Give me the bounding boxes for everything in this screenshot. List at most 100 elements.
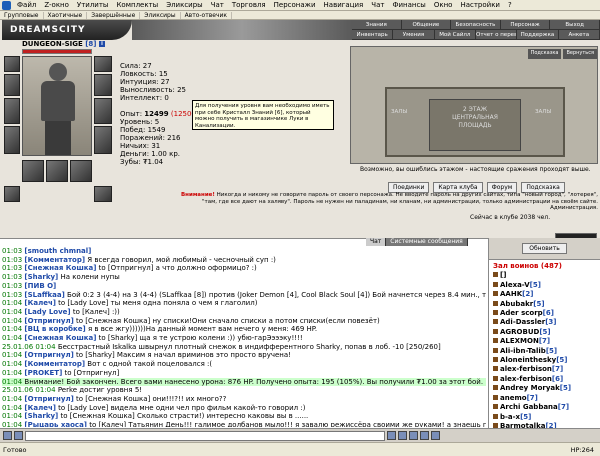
user-name[interactable]: AAHK [500,290,522,298]
user-list-item[interactable]: Aloneinthesky[5] [493,356,596,365]
chat-nick[interactable]: [PROKET] [24,369,62,377]
user-list-item[interactable]: b-a-x[5] [493,413,596,422]
slot-ring[interactable] [94,56,112,72]
chat-nick[interactable]: [Lady Love] [24,308,70,316]
user-list-item[interactable]: Andrey Moryak[5] [493,384,596,393]
menu-help[interactable]: ? [504,1,516,9]
map-back-button[interactable]: Вернуться [563,49,597,59]
user-name[interactable]: alex-ferbison [500,365,552,373]
nav-communication[interactable]: Общение [402,20,452,29]
toolbar-finished[interactable]: Завершённые [87,11,141,19]
chat-nick[interactable]: [Калеч] [24,404,56,412]
menu-utils[interactable]: Утилиты [73,1,113,9]
user-list-item[interactable]: Ader scorp[6] [493,309,596,318]
nav-my-saill[interactable]: Мой Сайлл [435,30,476,39]
toolbar-autoreply[interactable]: Авто-отвечик [181,11,232,19]
slot-armor[interactable] [4,126,20,154]
user-list-item[interactable]: AAHK[2] [493,290,596,299]
menu-finance[interactable]: Финансы [388,1,429,9]
chat-tool-icon[interactable] [14,431,23,440]
slot-weapon[interactable] [4,98,20,124]
user-list-item[interactable]: ALEXMON[7] [493,337,596,346]
chat-nick[interactable]: [Sharky] [24,273,58,281]
chat-nick[interactable]: [Отпригнул] [24,317,73,325]
user-name[interactable]: AGROBUD [500,328,539,336]
slot-extra-2[interactable] [94,186,112,202]
user-name[interactable]: Alexa-V [500,281,530,289]
user-name[interactable]: Archi Gabbana [500,403,558,411]
toolbar-group[interactable]: Групповые [0,11,44,19]
chat-nick[interactable]: [Sharky] [24,412,58,420]
menu-chat[interactable]: Чат [207,1,228,9]
user-name[interactable]: Andrey Moryak [500,384,560,392]
slot-extra-1[interactable] [4,186,20,202]
user-list-item[interactable]: Ali-ibn-Talib[5] [493,347,596,356]
chat-nick[interactable]: [Рыцарь хаоса] [24,421,87,427]
user-name[interactable]: Abubakr [500,300,533,308]
smile-icon[interactable] [398,431,407,440]
user-list-item[interactable]: AGROBUD[5] [493,328,596,337]
user-name[interactable]: anemo [500,394,527,402]
menu-chat-2[interactable]: Чат [367,1,388,9]
chat-log[interactable]: 01:03 [smouth chmnal] 01:03 [Комментатор]… [2,247,486,427]
chat-nick[interactable]: [ВЦ в коробке] [24,325,85,333]
menu-file[interactable]: Файл [13,1,40,9]
user-list-item[interactable]: [] [493,271,596,280]
slot-gloves[interactable] [94,74,112,96]
chat-nick[interactable]: [Комментатор] [24,256,85,264]
user-list-item[interactable]: anemo[7] [493,394,596,403]
nav-character[interactable]: Персонаж [501,20,551,29]
menu-trade[interactable]: Торговля [228,1,270,9]
user-name[interactable]: Ali-ibn-Talib [500,347,546,355]
menu-window[interactable]: Окно [430,1,457,9]
user-list-item[interactable]: alex-ferbison[7] [493,365,596,374]
tab-system-messages[interactable]: Системные сообщения [386,238,468,246]
map-hint-button[interactable]: Подсказка [527,49,562,59]
chat-nick[interactable]: [Комментатор] [24,360,85,368]
nav-inventory[interactable]: Инвентарь [352,30,394,39]
slot-boots[interactable] [94,126,112,154]
map-central-hall[interactable]: 2 ЭТАЖ ЦЕНТРАЛЬНАЯ ПЛОЩАДЬ [429,99,521,151]
chat-nick[interactable]: [Снежная Кошка] [24,334,96,342]
character-name[interactable]: DUNGEON-SIGE [8] i [22,40,105,48]
chat-nick[interactable]: [Снежная Кошка] [24,264,96,272]
nav-support[interactable]: Поддержка [517,30,559,39]
nav-security[interactable]: Безопасность [451,20,501,29]
chat-nick[interactable]: [Отпригнул] [24,351,73,359]
nav-profile[interactable]: Анкета [559,30,600,39]
menu-navigation[interactable]: Навигация [320,1,368,9]
user-list-item[interactable]: Adi-Dassler[3] [493,318,596,327]
slot-belt[interactable] [22,160,44,182]
chat-nick[interactable]: [Калеч] [24,299,56,307]
menu-z-window[interactable]: Z-окно [40,1,73,9]
menu-characters[interactable]: Персонажи [270,1,320,9]
menu-settings[interactable]: Настройки [456,1,504,9]
chat-nick[interactable]: [smouth chmnal] [24,247,91,255]
user-list-item[interactable]: Alexa-V[5] [493,281,596,290]
nav-transfer-report[interactable]: Отчет о переводах [476,30,518,39]
user-list-item[interactable]: Archi Gabbana[7] [493,403,596,412]
menu-sets[interactable]: Комплекты [112,1,162,9]
club-map[interactable]: Подсказка Вернуться ЗАЛЫ ЗАЛЫ 2 ЭТАЖ ЦЕН… [350,46,598,164]
slot-cloak[interactable] [70,160,92,182]
chat-input[interactable] [25,430,385,441]
user-name[interactable]: Ader scorp [500,309,543,317]
nav-knowledge[interactable]: Знания [352,20,402,29]
settings-icon[interactable] [420,431,429,440]
user-name[interactable]: b-a-x [500,413,520,421]
user-list-item[interactable]: alex-ferbison[6] [493,375,596,384]
user-name[interactable]: Adi-Dassler [500,318,545,326]
chat-nick[interactable]: [ПИВ О] [24,282,56,290]
toolbar-chaos[interactable]: Хаотичные [44,11,88,19]
user-list-item[interactable]: Abubakr[5] [493,300,596,309]
toolbar-elixirs[interactable]: Эликсиры [140,11,181,19]
user-name[interactable]: alex-ferbison [500,375,552,383]
info-icon[interactable]: i [98,41,105,47]
send-icon[interactable] [387,431,396,440]
user-name[interactable]: [] [500,271,506,279]
chat-nick[interactable]: [SLaffkaa] [24,291,64,299]
user-name[interactable]: ALEXMON [500,337,539,345]
nav-exit[interactable]: Выход [550,20,600,29]
chat-nick[interactable]: [Отпригнул] [24,395,73,403]
user-name[interactable]: Aloneinthesky [500,356,556,364]
